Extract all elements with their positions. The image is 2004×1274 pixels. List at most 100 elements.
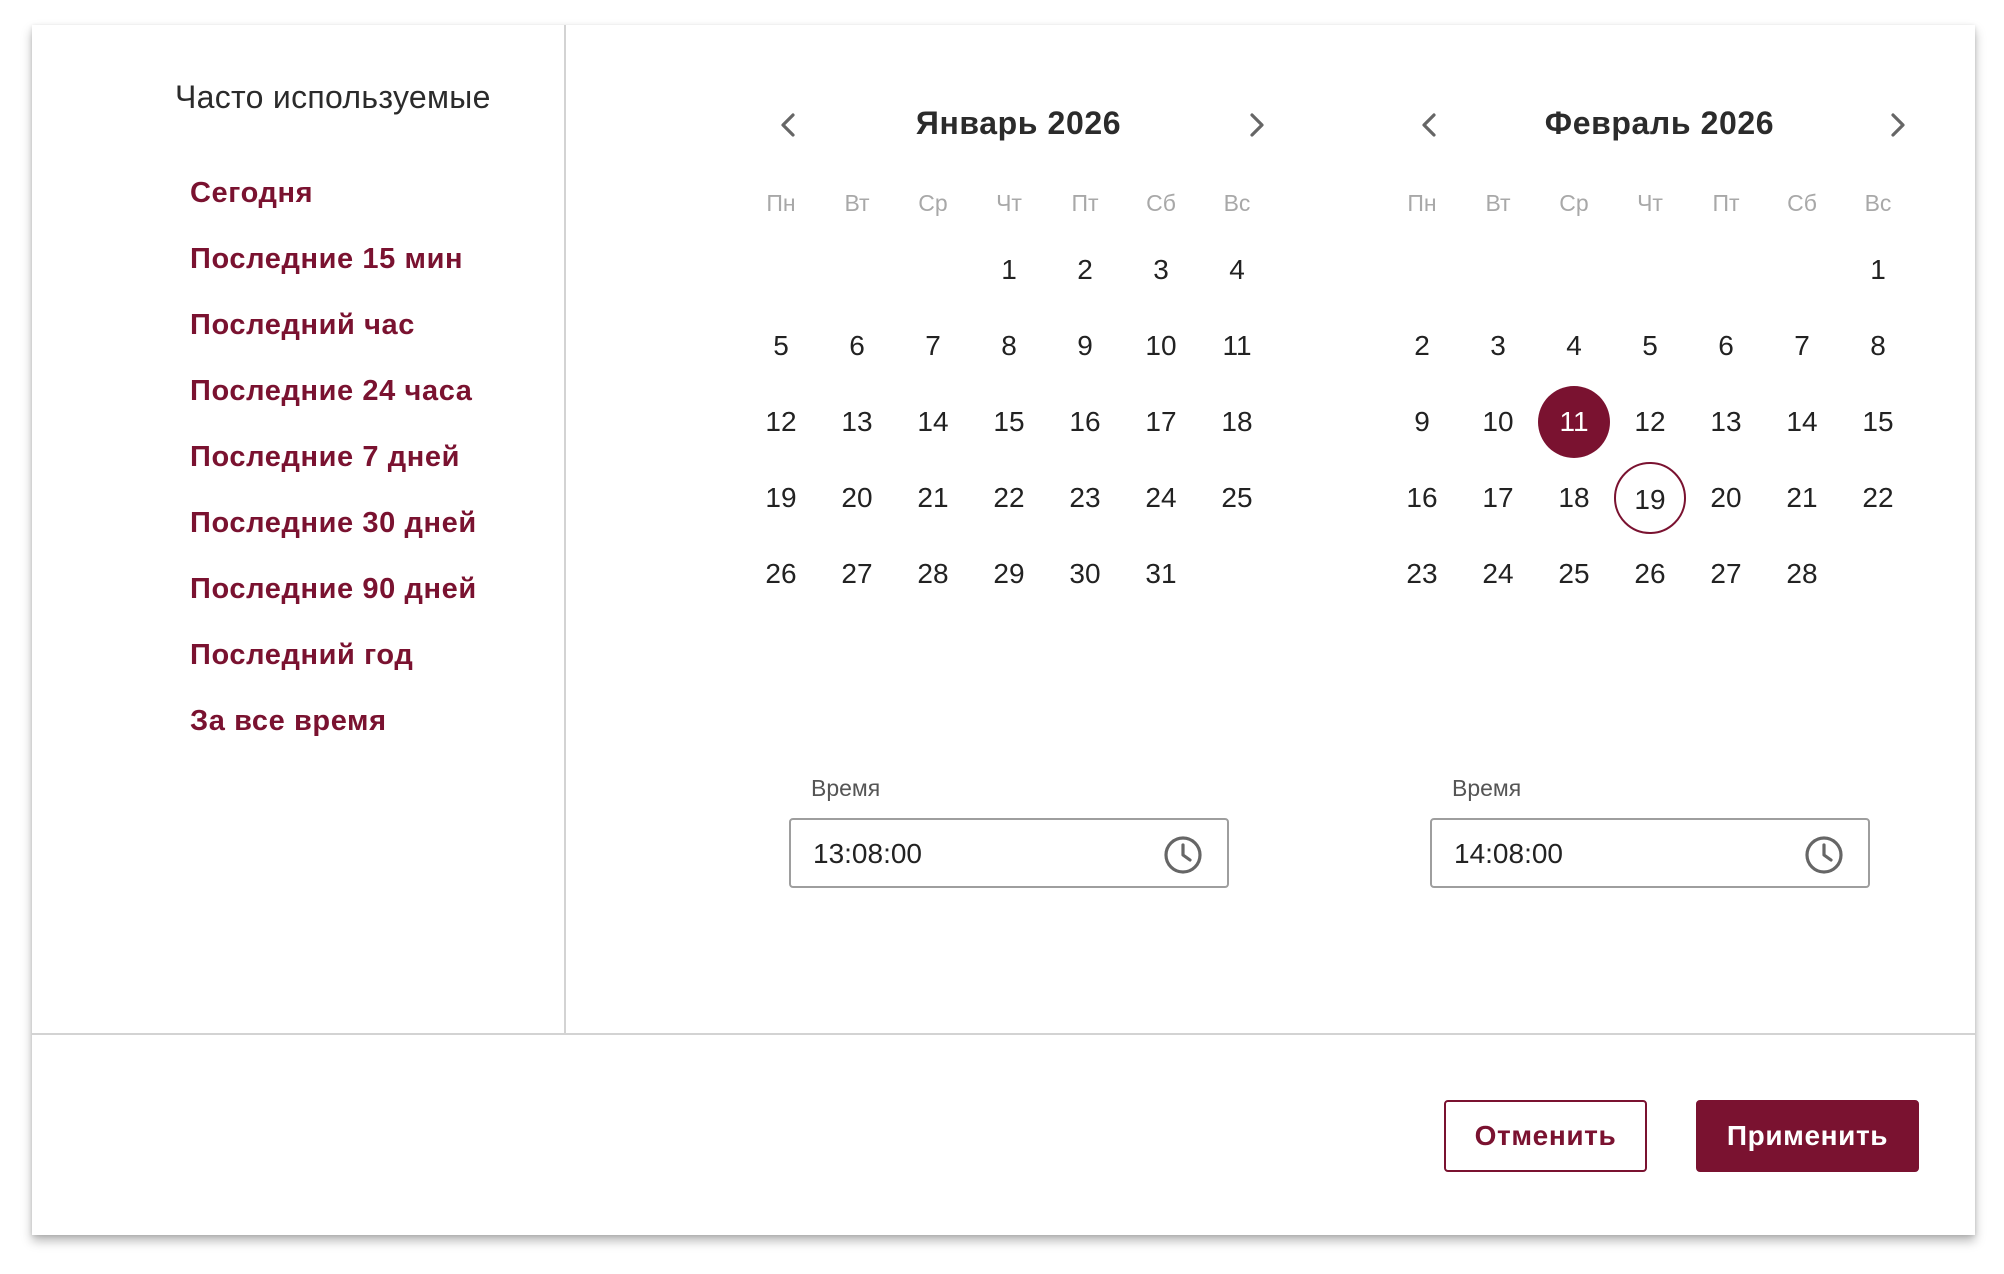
preset-last-7-days[interactable]: Последние 7 дней	[190, 441, 460, 474]
day-cell[interactable]: 15	[1842, 386, 1914, 458]
day-cell[interactable]: 6	[1690, 310, 1762, 382]
weekday-tue: Вт	[844, 190, 870, 216]
day-cell[interactable]: 12	[1614, 386, 1686, 458]
preset-today[interactable]: Сегодня	[190, 177, 313, 210]
day-cell[interactable]: 10	[1462, 386, 1534, 458]
end-time-field[interactable]: 14:08:00	[1430, 818, 1870, 888]
day-cell[interactable]: 18	[1201, 386, 1273, 458]
day-cell[interactable]: 27	[821, 538, 893, 610]
preset-last-24-hours[interactable]: Последние 24 часа	[190, 375, 473, 408]
day-cell[interactable]: 25	[1201, 462, 1273, 534]
weekday-tue: Вт	[1485, 190, 1511, 216]
preset-last-30-days[interactable]: Последние 30 дней	[190, 507, 477, 540]
weekday-fri: Пт	[1071, 190, 1099, 216]
weekday-sat: Сб	[1787, 190, 1817, 216]
day-cell[interactable]: 17	[1125, 386, 1197, 458]
day-cell[interactable]: 11	[1201, 310, 1273, 382]
day-cell[interactable]: 15	[973, 386, 1045, 458]
footer-divider	[32, 1033, 1975, 1035]
day-cell[interactable]: 26	[1614, 538, 1686, 610]
calendar-january: Январь 2026 Пн Вт Ср Чт Пт Сб Вс 1234567…	[751, 25, 1311, 1033]
preset-last-year[interactable]: Последний год	[190, 639, 413, 672]
day-cell[interactable]: 4	[1538, 310, 1610, 382]
day-cell[interactable]: 5	[745, 310, 817, 382]
day-cell[interactable]: 2	[1386, 310, 1458, 382]
day-cell[interactable]: 1	[973, 234, 1045, 306]
day-cell[interactable]: 13	[821, 386, 893, 458]
day-cell[interactable]: 29	[973, 538, 1045, 610]
day-cell[interactable]: 9	[1049, 310, 1121, 382]
weekday-sun: Вс	[1864, 190, 1892, 216]
day-cell[interactable]: 8	[973, 310, 1045, 382]
chevron-right-icon[interactable]	[1236, 105, 1276, 145]
calendar-month-title: Январь 2026	[915, 105, 1122, 141]
day-cell[interactable]: 16	[1049, 386, 1121, 458]
day-cell[interactable]: 7	[897, 310, 969, 382]
day-cell[interactable]: 3	[1462, 310, 1534, 382]
day-cell[interactable]: 21	[897, 462, 969, 534]
clock-icon[interactable]	[1163, 835, 1203, 875]
day-cell[interactable]: 24	[1462, 538, 1534, 610]
day-cell[interactable]: 27	[1690, 538, 1762, 610]
day-cell[interactable]: 31	[1125, 538, 1197, 610]
day-cell[interactable]: 4	[1201, 234, 1273, 306]
day-cell[interactable]: 5	[1614, 310, 1686, 382]
start-time-value: 13:08:00	[813, 838, 922, 869]
date-range-dialog: Часто используемые Сегодня Последние 15 …	[32, 25, 1975, 1235]
day-cell[interactable]: 26	[745, 538, 817, 610]
calendar-month-title: Февраль 2026	[1544, 105, 1775, 141]
day-cell-selected[interactable]: 11	[1538, 386, 1610, 458]
day-cell[interactable]: 21	[1766, 462, 1838, 534]
day-cell[interactable]: 14	[897, 386, 969, 458]
day-cell[interactable]: 6	[821, 310, 893, 382]
apply-button[interactable]: Применить	[1696, 1100, 1919, 1172]
day-cell[interactable]: 8	[1842, 310, 1914, 382]
weekday-wed: Ср	[1559, 190, 1589, 216]
day-cell[interactable]: 30	[1049, 538, 1121, 610]
day-cell-today[interactable]: 19	[1614, 462, 1686, 534]
preset-last-15-min[interactable]: Последние 15 мин	[190, 243, 463, 276]
weekday-thu: Чт	[1637, 190, 1663, 216]
calendar-february: Февраль 2026 Пн Вт Ср Чт Пт Сб Вс 12 3456…	[1392, 25, 1952, 1033]
weekday-mon: Пн	[766, 190, 796, 216]
day-cell[interactable]: 12	[745, 386, 817, 458]
day-cell[interactable]: 2	[1049, 234, 1121, 306]
day-cell[interactable]: 24	[1125, 462, 1197, 534]
day-cell[interactable]: 7	[1766, 310, 1838, 382]
day-cell[interactable]: 28	[1766, 538, 1838, 610]
day-cell[interactable]: 22	[1842, 462, 1914, 534]
chevron-right-icon[interactable]	[1877, 105, 1917, 145]
day-cell[interactable]: 9	[1386, 386, 1458, 458]
cancel-button[interactable]: Отменить	[1444, 1100, 1647, 1172]
day-cell[interactable]: 13	[1690, 386, 1762, 458]
end-time-value: 14:08:00	[1454, 838, 1563, 869]
day-cell[interactable]: 18	[1538, 462, 1610, 534]
preset-last-hour[interactable]: Последний час	[190, 309, 415, 342]
preset-last-90-days[interactable]: Последние 90 дней	[190, 573, 477, 606]
day-cell[interactable]: 23	[1386, 538, 1458, 610]
weekday-thu: Чт	[996, 190, 1022, 216]
weekday-wed: Ср	[918, 190, 948, 216]
day-cell[interactable]: 28	[897, 538, 969, 610]
day-cell[interactable]: 20	[821, 462, 893, 534]
day-cell[interactable]: 14	[1766, 386, 1838, 458]
day-cell[interactable]: 10	[1125, 310, 1197, 382]
time-label: Время	[811, 775, 881, 801]
day-cell[interactable]: 3	[1125, 234, 1197, 306]
presets-title: Часто используемые	[175, 79, 491, 115]
weekday-mon: Пн	[1407, 190, 1437, 216]
day-cell[interactable]: 23	[1049, 462, 1121, 534]
day-cell[interactable]: 19	[745, 462, 817, 534]
day-cell[interactable]: 22	[973, 462, 1045, 534]
day-cell[interactable]: 17	[1462, 462, 1534, 534]
start-time-field[interactable]: 13:08:00	[789, 818, 1229, 888]
preset-all-time[interactable]: За все время	[190, 705, 387, 738]
day-cell[interactable]: 16	[1386, 462, 1458, 534]
time-label: Время	[1452, 775, 1522, 801]
clock-icon[interactable]	[1804, 835, 1844, 875]
day-cell[interactable]: 1	[1842, 234, 1914, 306]
day-cell[interactable]: 20	[1690, 462, 1762, 534]
weekday-sat: Сб	[1146, 190, 1176, 216]
day-cell[interactable]: 25	[1538, 538, 1610, 610]
presets-sidebar: Часто используемые Сегодня Последние 15 …	[32, 25, 566, 1033]
